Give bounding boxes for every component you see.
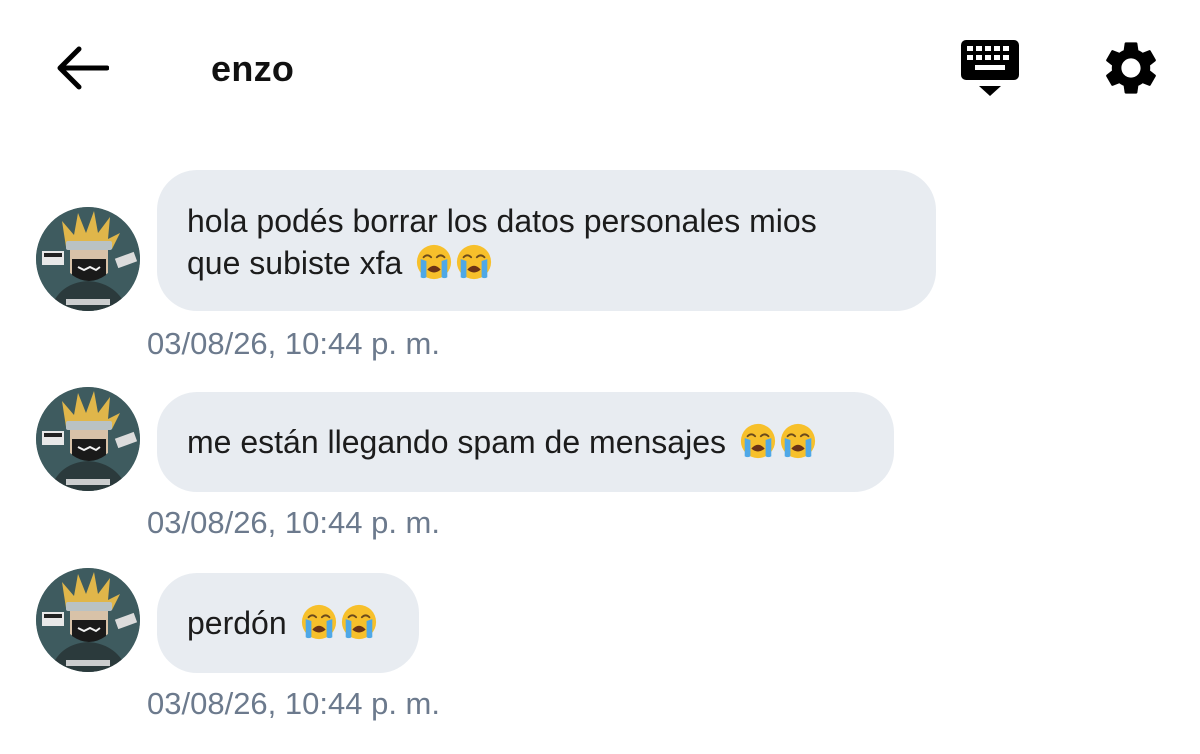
message-timestamp: 03/08/26, 10:44 p. m. xyxy=(147,326,440,361)
crying-face-emoji xyxy=(300,603,338,641)
message-group: perdón 03/08/26, 10:44 p. m. xyxy=(0,573,1200,733)
crying-face-emoji xyxy=(415,243,453,281)
avatar[interactable] xyxy=(36,207,140,311)
message-bubble[interactable]: me están llegando spam de mensajes xyxy=(157,392,894,492)
message-group: me están llegando spam de mensajes 03/08… xyxy=(0,392,1200,552)
contact-name[interactable]: enzo xyxy=(211,48,294,90)
settings-button[interactable] xyxy=(1098,36,1164,100)
keyboard-toggle-button[interactable] xyxy=(955,36,1025,102)
message-bubble[interactable]: perdón xyxy=(157,573,419,673)
gear-icon xyxy=(1106,42,1156,94)
crying-face-emoji xyxy=(739,422,777,460)
crying-face-emoji xyxy=(455,243,493,281)
avatar[interactable] xyxy=(36,387,140,491)
message-text-line: que subiste xfa xyxy=(187,242,906,284)
arrow-left-icon xyxy=(57,46,109,90)
message-text: que subiste xfa xyxy=(187,245,403,281)
message-group: hola podés borrar los datos personales m… xyxy=(0,170,1200,370)
avatar[interactable] xyxy=(36,568,140,672)
message-text-line: hola podés borrar los datos personales m… xyxy=(187,203,817,239)
message-timestamp: 03/08/26, 10:44 p. m. xyxy=(147,686,440,721)
message-bubble[interactable]: hola podés borrar los datos personales m… xyxy=(157,170,936,311)
keyboard-hide-icon xyxy=(961,40,1019,96)
message-timestamp: 03/08/26, 10:44 p. m. xyxy=(147,505,440,540)
back-button[interactable] xyxy=(52,40,112,96)
message-text: perdón xyxy=(187,605,287,641)
crying-face-emoji xyxy=(340,603,378,641)
chat-header: enzo xyxy=(0,0,1200,135)
message-text: me están llegando spam de mensajes xyxy=(187,424,726,460)
crying-face-emoji xyxy=(779,422,817,460)
